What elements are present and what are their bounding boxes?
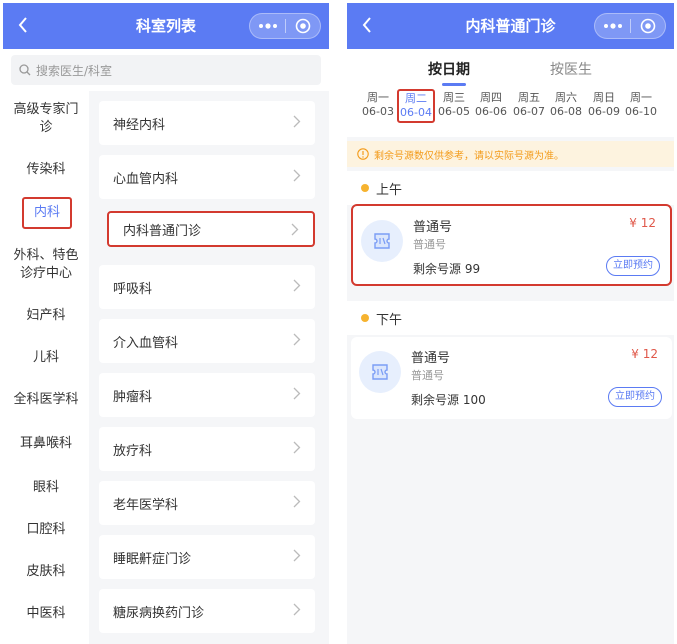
mini-program-capsule <box>249 13 321 39</box>
schedule-tabs: 按日期 按医生 <box>347 49 674 87</box>
chevron-right-icon <box>293 333 301 350</box>
sub-item-sleep-snoring-clinic[interactable]: 睡眠鼾症门诊 <box>99 535 315 579</box>
search-bar: 搜索医生/科室 <box>3 49 329 91</box>
clinic-schedule-screen: 内科普通门诊 按日期 按医生 周一 06-03 周二 06-04 周三 06-05 周… <box>347 3 674 644</box>
dept-item-general-medicine[interactable]: 全科医学科 <box>3 391 89 409</box>
dept-item-pediatrics[interactable]: 儿科 <box>3 349 89 367</box>
slot-card-afternoon[interactable]: 普通号 普通号 剩余号源 100 ¥ 12 立即预约 <box>351 337 672 419</box>
date-item[interactable]: 周一 06-10 <box>623 91 659 119</box>
sub-department-column: 神经内科 心血管内科 内科普通门诊 呼吸科 介入血管科 肿瘤科 放疗科 老年医学… <box>89 91 329 644</box>
dept-item-ent[interactable]: 耳鼻喉科 <box>3 435 89 453</box>
mini-program-capsule <box>594 13 666 39</box>
nav-bar: 内科普通门诊 <box>347 3 674 49</box>
info-icon <box>357 148 369 160</box>
chevron-right-icon <box>293 495 301 512</box>
dept-item-obstetrics[interactable]: 妇产科 <box>3 307 89 325</box>
slot-name: 普通号 <box>411 351 451 366</box>
slot-card-morning[interactable]: 普通号 普通号 剩余号源 99 ¥ 12 立即预约 <box>351 204 672 286</box>
date-item[interactable]: 周日 06-09 <box>586 91 622 119</box>
tab-by-date[interactable]: 按日期 <box>428 59 470 79</box>
department-column: 高级专家门诊 传染科 内科 外科、特色诊疗中心 妇产科 儿科 全科医学科 耳鼻喉… <box>3 91 89 644</box>
target-close-icon[interactable] <box>286 14 320 38</box>
date-item[interactable]: 周五 06-07 <box>511 91 547 119</box>
sub-item-neurology[interactable]: 神经内科 <box>99 101 315 145</box>
sub-item-interventional-vascular[interactable]: 介入血管科 <box>99 319 315 363</box>
sub-item-oncology[interactable]: 肿瘤科 <box>99 373 315 417</box>
dept-item-stomatology[interactable]: 口腔科 <box>3 521 89 539</box>
department-list-screen: 科室列表 搜索医生/科室 高级专家门诊 传染科 内科 外科、特色诊疗中心 妇产科… <box>3 3 329 644</box>
sub-item-cardiology[interactable]: 心血管内科 <box>99 155 315 199</box>
slot-price: ¥ 12 <box>629 216 656 230</box>
date-item[interactable]: 周四 06-06 <box>473 91 509 119</box>
dept-item-internal-medicine[interactable]: 内科 <box>22 197 72 229</box>
slot-remaining: 剩余号源 100 <box>411 393 486 407</box>
date-item-selected[interactable]: 周二 06-04 <box>397 89 435 123</box>
dept-item-dermatology[interactable]: 皮肤科 <box>3 563 89 581</box>
active-tab-indicator <box>442 83 466 86</box>
chevron-right-icon <box>293 115 301 132</box>
book-now-button[interactable]: 立即预约 <box>606 256 660 276</box>
search-placeholder: 搜索医生/科室 <box>36 63 113 78</box>
chevron-right-icon <box>291 223 299 240</box>
dept-item-infectious[interactable]: 传染科 <box>3 161 89 179</box>
sub-item-respiratory[interactable]: 呼吸科 <box>99 265 315 309</box>
date-selector: 周一 06-03 周二 06-04 周三 06-05 周四 06-06 周五 06-07 … <box>347 87 674 137</box>
sub-item-diabetes-dressing-clinic[interactable]: 糖尿病换药门诊 <box>99 589 315 633</box>
chevron-right-icon <box>293 169 301 186</box>
nav-bar: 科室列表 <box>3 3 329 49</box>
dept-item-tcm[interactable]: 中医科 <box>3 605 89 623</box>
session-dot <box>361 314 369 322</box>
ticket-icon <box>359 351 401 393</box>
search-icon <box>19 64 31 76</box>
tab-by-doctor[interactable]: 按医生 <box>550 59 592 79</box>
sub-item-geriatrics[interactable]: 老年医学科 <box>99 481 315 525</box>
sub-item-radiotherapy[interactable]: 放疗科 <box>99 427 315 471</box>
slot-type: 普通号 <box>413 238 446 251</box>
session-header-afternoon: 下午 <box>347 301 674 335</box>
notice-bar: 剩余号源数仅供参考，请以实际号源为准。 <box>347 141 674 167</box>
search-input[interactable]: 搜索医生/科室 <box>11 55 321 85</box>
target-close-icon[interactable] <box>631 14 665 38</box>
session-label: 上午 <box>376 182 403 198</box>
chevron-right-icon <box>293 441 301 458</box>
notice-text: 剩余号源数仅供参考，请以实际号源为准。 <box>374 150 564 162</box>
chevron-right-icon <box>293 279 301 296</box>
date-item[interactable]: 周三 06-05 <box>436 91 472 119</box>
session-header-morning: 上午 <box>347 171 674 205</box>
more-dots-icon[interactable] <box>595 14 630 38</box>
sub-item-internal-general-clinic[interactable]: 内科普通门诊 <box>107 211 315 247</box>
ticket-icon <box>361 220 403 262</box>
dept-item-surgery[interactable]: 外科、特色诊疗中心 <box>3 247 89 283</box>
slot-price: ¥ 12 <box>631 347 658 361</box>
book-now-button[interactable]: 立即预约 <box>608 387 662 407</box>
chevron-right-icon <box>293 387 301 404</box>
slot-remaining: 剩余号源 99 <box>413 262 481 276</box>
dept-item-ophthalmology[interactable]: 眼科 <box>3 479 89 497</box>
dept-item-senior-experts[interactable]: 高级专家门诊 <box>3 101 89 137</box>
slot-type: 普通号 <box>411 369 444 382</box>
chevron-right-icon <box>293 549 301 566</box>
more-dots-icon[interactable] <box>250 14 285 38</box>
chevron-right-icon <box>293 603 301 620</box>
date-item[interactable]: 周六 06-08 <box>548 91 584 119</box>
date-item[interactable]: 周一 06-03 <box>360 91 396 119</box>
slot-name: 普通号 <box>413 220 453 235</box>
session-dot <box>361 184 369 192</box>
session-label: 下午 <box>376 312 403 328</box>
